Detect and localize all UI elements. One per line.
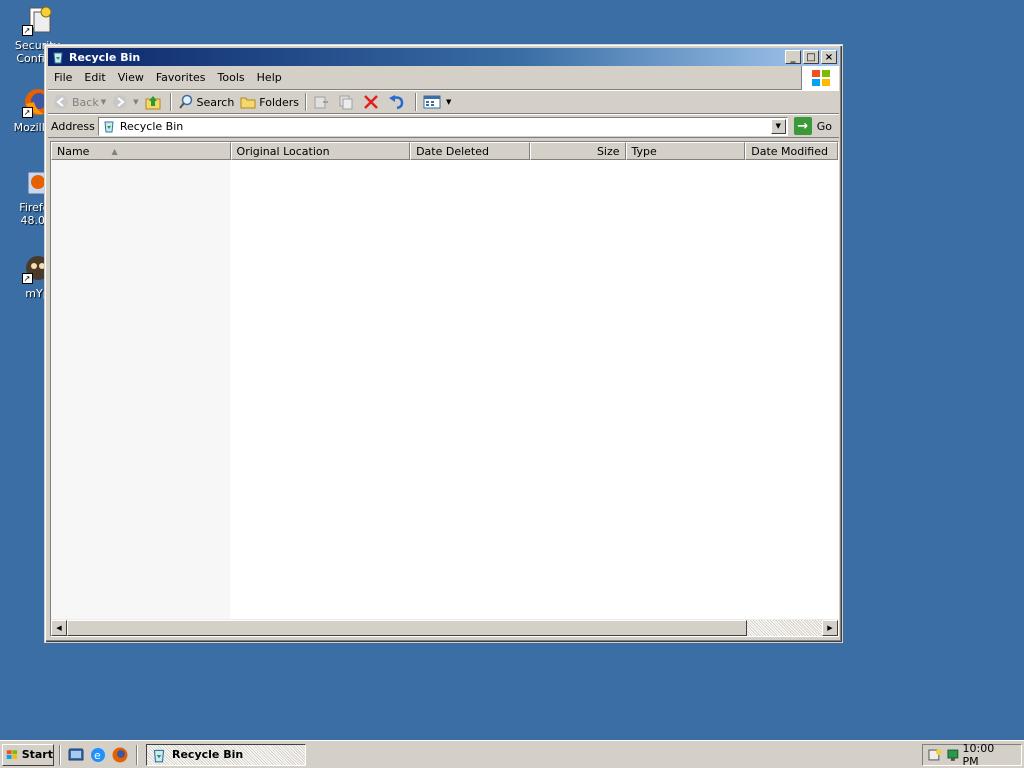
go-button[interactable]: → Go (793, 117, 836, 135)
scroll-right-icon[interactable]: ▶ (822, 619, 838, 636)
back-label: Back (72, 95, 99, 109)
back-button[interactable]: Back ▼ (50, 91, 109, 113)
standard-toolbar: Back ▼ ▼ Search Folders ▼ (48, 90, 839, 114)
start-button[interactable]: Start (2, 743, 54, 766)
search-icon (178, 94, 192, 109)
recycle-bin-icon (104, 121, 114, 133)
toolbar-separator (169, 93, 172, 111)
column-header-label: Date Modified (751, 144, 828, 158)
forward-arrow-icon (113, 95, 128, 109)
views-button[interactable]: ▼ (420, 91, 454, 113)
network-icon[interactable] (945, 747, 961, 763)
taskbar-button-recycle-bin[interactable]: Recycle Bin (146, 743, 306, 766)
svg-text:e: e (94, 749, 101, 762)
recycle-bin-icon (153, 749, 165, 762)
scrollbar-track[interactable] (747, 619, 822, 636)
recycle-bin-window: Recycle Bin _ □ × File Edit View Favorit… (44, 44, 843, 643)
column-header-original-location[interactable]: Original Location (230, 142, 411, 160)
forward-button[interactable]: ▼ (109, 91, 141, 113)
menu-view[interactable]: View (112, 71, 150, 84)
menu-bar: File Edit View Favorites Tools Help (48, 66, 839, 90)
column-header-label: Name (57, 144, 90, 158)
menu-edit[interactable]: Edit (78, 71, 111, 84)
delete-x-icon (364, 95, 378, 109)
search-label: Search (196, 95, 235, 109)
column-header-date-deleted[interactable]: Date Deleted (410, 142, 530, 160)
scrollbar-thumb[interactable] (67, 619, 747, 636)
folders-label: Folders (259, 95, 300, 109)
move-to-button[interactable] (310, 91, 335, 113)
column-header-label: Date Deleted (416, 144, 489, 158)
column-header-name[interactable]: Name ▲ (51, 142, 231, 160)
firefox-icon[interactable] (111, 746, 129, 764)
up-folder-button[interactable] (142, 91, 167, 113)
forward-dropdown-icon[interactable]: ▼ (133, 98, 138, 106)
undo-button[interactable] (385, 91, 412, 113)
views-dropdown-icon: ▼ (446, 98, 452, 106)
address-input[interactable]: Recycle Bin ▼ (97, 116, 788, 136)
address-value: Recycle Bin (119, 119, 184, 133)
taskbar-separator (136, 744, 138, 765)
menu-file[interactable]: File (48, 71, 78, 84)
clock[interactable]: 10:00 PM (963, 742, 1014, 768)
menu-help[interactable]: Help (251, 71, 288, 84)
address-label: Address (51, 119, 95, 133)
taskbar-button-label: Recycle Bin (172, 748, 244, 761)
sorted-column-highlight (51, 160, 230, 620)
column-header-label: Size (596, 144, 620, 158)
scroll-left-icon[interactable]: ◀ (51, 619, 67, 636)
security-alert-icon[interactable] (927, 747, 943, 763)
address-dropdown-icon[interactable]: ▼ (770, 118, 786, 134)
go-label: Go (816, 119, 832, 133)
menu-favorites[interactable]: Favorites (150, 71, 212, 84)
start-label: Start (21, 748, 53, 761)
column-headers: Name ▲ Original Location Date Deleted Si… (51, 142, 839, 160)
minimize-button[interactable]: _ (785, 50, 801, 64)
undo-icon (389, 95, 404, 110)
column-header-label: Type (631, 144, 657, 158)
copy-to-button[interactable] (335, 91, 360, 113)
column-header-size[interactable]: Size (529, 142, 626, 160)
taskbar: Start e Recycle Bin 10:00 PM (0, 740, 1024, 768)
up-folder-icon (145, 96, 160, 110)
toolbar-separator (305, 93, 308, 111)
folders-button[interactable]: Folders (237, 91, 302, 113)
close-button[interactable]: × (821, 50, 837, 64)
column-header-date-modified[interactable]: Date Modified (745, 142, 839, 160)
sort-ascending-icon: ▲ (111, 146, 118, 156)
views-grid-icon (423, 95, 441, 109)
windows-logo-icon (801, 66, 839, 90)
menu-tools[interactable]: Tools (212, 71, 251, 84)
toolbar-separator (415, 93, 418, 111)
delete-button[interactable] (360, 91, 385, 113)
back-dropdown-icon[interactable]: ▼ (101, 98, 106, 106)
address-bar: Address Recycle Bin ▼ → Go (48, 114, 839, 138)
copy-to-icon (339, 95, 353, 110)
system-tray: 10:00 PM (922, 742, 1022, 768)
show-desktop-icon[interactable] (67, 746, 85, 764)
internet-explorer-icon[interactable]: e (89, 746, 107, 764)
horizontal-scrollbar[interactable]: ◀ ▶ (51, 619, 838, 636)
move-to-icon (314, 96, 329, 109)
search-button[interactable]: Search (175, 91, 238, 113)
folder-icon (240, 97, 256, 109)
column-header-label: Original Location (236, 144, 330, 158)
windows-flag-icon (6, 749, 18, 759)
taskbar-separator (59, 744, 61, 765)
column-header-type[interactable]: Type (625, 142, 746, 160)
security-config-icon: ↗ (21, 4, 54, 36)
recycle-bin-icon (53, 52, 63, 64)
go-arrow-icon: → (793, 117, 812, 135)
maximize-button[interactable]: □ (803, 50, 819, 64)
title-bar[interactable]: Recycle Bin _ □ × (48, 48, 839, 66)
window-title: Recycle Bin (69, 50, 141, 64)
file-list[interactable]: Name ▲ Original Location Date Deleted Si… (50, 141, 839, 637)
back-arrow-icon (54, 95, 68, 109)
